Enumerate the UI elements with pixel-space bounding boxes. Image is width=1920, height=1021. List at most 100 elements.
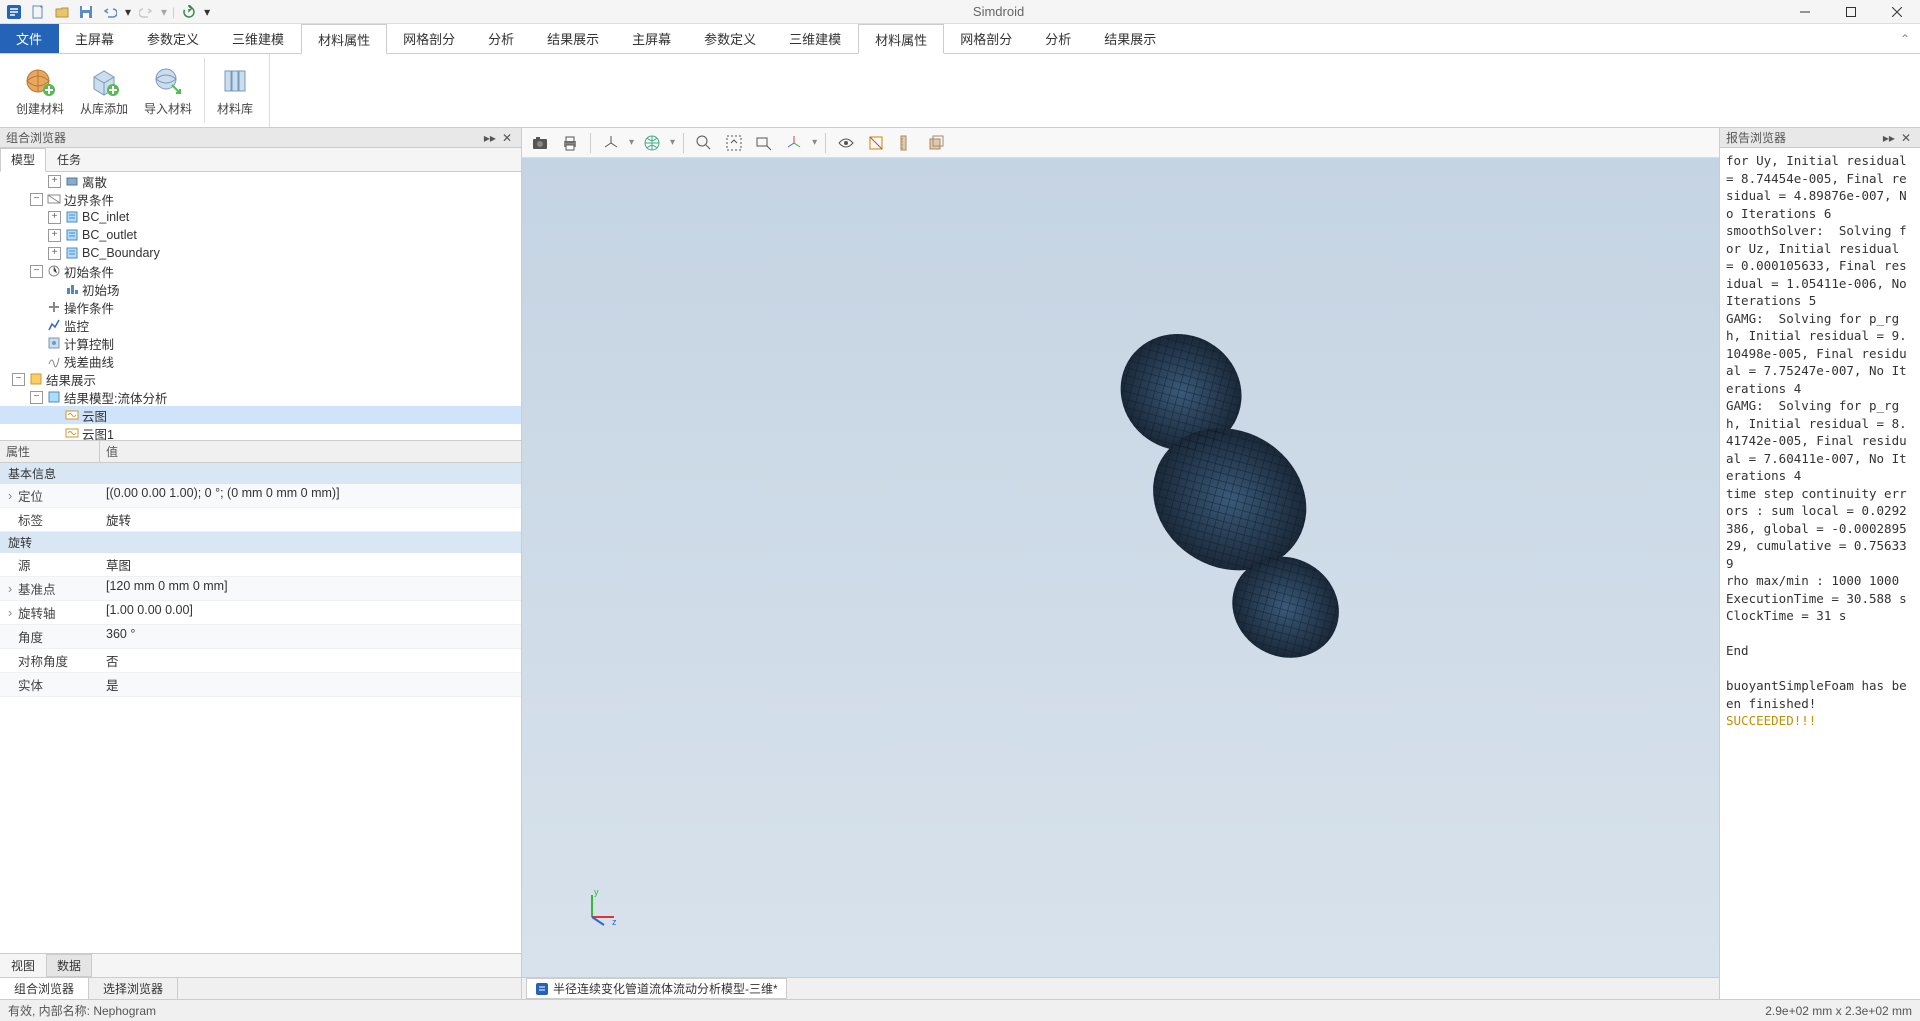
prop-row[interactable]: 角度360 °: [0, 625, 521, 649]
menu-tab-2[interactable]: 三维建模: [216, 24, 301, 53]
open-icon[interactable]: [52, 2, 72, 22]
bc-icon: [64, 246, 79, 261]
prop-row[interactable]: 标签旋转: [0, 508, 521, 532]
tree-node[interactable]: +离散: [0, 172, 521, 190]
ribbon-label: 导入材料: [144, 100, 192, 117]
ribbon-btn-sphere-plus[interactable]: 创建材料: [8, 58, 72, 123]
prop-row[interactable]: 源草图: [0, 553, 521, 577]
ribbon-btn-cube-plus[interactable]: 从库添加: [72, 58, 136, 123]
prop-row[interactable]: ›定位[(0.00 0.00 1.00); 0 °; (0 mm 0 mm 0 …: [0, 484, 521, 508]
ribbon-btn-sphere-import[interactable]: 导入材料: [136, 58, 200, 123]
new-icon[interactable]: [28, 2, 48, 22]
props-header: 属性 值: [0, 440, 521, 463]
pane-expand-icon[interactable]: ▸▸: [481, 131, 499, 145]
tree-node[interactable]: 云图1: [0, 424, 521, 440]
tree-toggle-icon[interactable]: −: [30, 265, 43, 278]
axes-icon[interactable]: [599, 131, 623, 155]
3d-viewport[interactable]: yz: [522, 158, 1719, 977]
menu-tab[interactable]: 结果展示: [1088, 24, 1173, 53]
tree-tab[interactable]: 任务: [46, 148, 92, 171]
menu-tab[interactable]: 三维建模: [773, 24, 858, 53]
menu-tab[interactable]: 参数定义: [688, 24, 773, 53]
tree-toggle-icon[interactable]: +: [48, 175, 61, 188]
props-tab[interactable]: 视图: [0, 954, 46, 977]
tree-node[interactable]: +BC_inlet: [0, 208, 521, 226]
refresh-dropdown-icon[interactable]: ▾: [203, 2, 211, 22]
axes-dropdown-icon[interactable]: ▾: [629, 137, 634, 148]
tree-toggle-icon[interactable]: +: [48, 211, 61, 224]
tree-toggle-icon[interactable]: −: [12, 373, 25, 386]
menu-tab-1[interactable]: 参数定义: [131, 24, 216, 53]
menu-tab[interactable]: 材料属性: [858, 24, 944, 54]
model-tree[interactable]: +离散−边界条件+BC_inlet+BC_outlet+BC_Boundary−…: [0, 172, 521, 440]
close-button[interactable]: [1874, 0, 1920, 24]
menu-tab-0[interactable]: 主屏幕: [59, 24, 131, 53]
tree-toggle-icon[interactable]: +: [48, 247, 61, 260]
globe-dropdown-icon[interactable]: ▾: [670, 137, 675, 148]
tree-tab[interactable]: 模型: [0, 148, 46, 172]
print-icon[interactable]: [558, 131, 582, 155]
tree-node[interactable]: 残差曲线: [0, 352, 521, 370]
tree-node[interactable]: 计算控制: [0, 334, 521, 352]
browser-tab[interactable]: 组合浏览器: [0, 978, 89, 999]
redo-icon[interactable]: [136, 2, 156, 22]
tree-node[interactable]: −结果展示: [0, 370, 521, 388]
tree-node[interactable]: −边界条件: [0, 190, 521, 208]
tree-node[interactable]: 云图: [0, 406, 521, 424]
minimize-button[interactable]: [1782, 0, 1828, 24]
tree-toggle-icon[interactable]: −: [30, 193, 43, 206]
menu-tab-3[interactable]: 材料属性: [301, 24, 387, 54]
right-pane-close-icon[interactable]: ✕: [1898, 131, 1914, 145]
measure-icon[interactable]: [894, 131, 918, 155]
view-axes-dropdown-icon[interactable]: ▾: [812, 137, 817, 148]
log-panel[interactable]: for Uy, Initial residual = 8.74454e-005,…: [1720, 148, 1920, 999]
right-pane-expand-icon[interactable]: ▸▸: [1880, 131, 1898, 145]
ribbon-collapse-icon[interactable]: ⌃: [1890, 24, 1920, 53]
menu-tab[interactable]: 网格剖分: [944, 24, 1029, 53]
maximize-button[interactable]: [1828, 0, 1874, 24]
property-grid[interactable]: 基本信息›定位[(0.00 0.00 1.00); 0 °; (0 mm 0 m…: [0, 463, 521, 953]
prop-key: 对称角度: [0, 649, 100, 672]
globe-icon[interactable]: [640, 131, 664, 155]
redo-dropdown-icon[interactable]: ▾: [160, 2, 168, 22]
tree-toggle-icon[interactable]: −: [30, 391, 43, 404]
camera-icon[interactable]: [528, 131, 552, 155]
undo-dropdown-icon[interactable]: ▾: [124, 2, 132, 22]
refresh-icon[interactable]: [179, 2, 199, 22]
zoom-fit-icon[interactable]: [722, 131, 746, 155]
view-axes-icon[interactable]: [782, 131, 806, 155]
save-icon[interactable]: [76, 2, 96, 22]
copy-view-icon[interactable]: [924, 131, 948, 155]
menu-tab-file[interactable]: 文件: [0, 24, 59, 53]
prop-row[interactable]: 对称角度否: [0, 649, 521, 673]
tree-node[interactable]: +BC_Boundary: [0, 244, 521, 262]
undo-icon[interactable]: [100, 2, 120, 22]
tree-node[interactable]: 监控: [0, 316, 521, 334]
browser-tab[interactable]: 选择浏览器: [89, 978, 178, 999]
tree-node[interactable]: + BC_outlet: [0, 226, 521, 244]
tree-node[interactable]: 初始场: [0, 280, 521, 298]
menu-tab-5[interactable]: 分析: [472, 24, 531, 53]
document-tab[interactable]: 半径连续变化管道流体流动分析模型-三维*: [526, 978, 787, 999]
props-tab[interactable]: 数据: [46, 954, 92, 977]
tree-toggle-icon[interactable]: +: [48, 229, 61, 242]
menu-tab[interactable]: 分析: [1029, 24, 1088, 53]
visibility-icon[interactable]: [834, 131, 858, 155]
menu-tab-6[interactable]: 结果展示: [531, 24, 616, 53]
prop-row[interactable]: ›基准点[120 mm 0 mm 0 mm]: [0, 577, 521, 601]
prop-row[interactable]: ›旋转轴[1.00 0.00 0.00]: [0, 601, 521, 625]
prop-row[interactable]: 实体是: [0, 673, 521, 697]
tree-node[interactable]: −初始条件: [0, 262, 521, 280]
svg-text:z: z: [612, 917, 617, 927]
pane-close-icon[interactable]: ✕: [499, 131, 515, 145]
tree-node-label: BC_outlet: [82, 228, 137, 242]
menu-tab[interactable]: 主屏幕: [616, 24, 688, 53]
right-pane-header: 报告浏览器 ▸▸ ✕: [1720, 128, 1920, 148]
selection-filter-icon[interactable]: [864, 131, 888, 155]
ribbon-btn-library[interactable]: 材料库: [209, 58, 261, 123]
zoom-icon[interactable]: [692, 131, 716, 155]
tree-node[interactable]: −结果模型:流体分析: [0, 388, 521, 406]
zoom-window-icon[interactable]: [752, 131, 776, 155]
menu-tab-4[interactable]: 网格剖分: [387, 24, 472, 53]
tree-node[interactable]: 操作条件: [0, 298, 521, 316]
